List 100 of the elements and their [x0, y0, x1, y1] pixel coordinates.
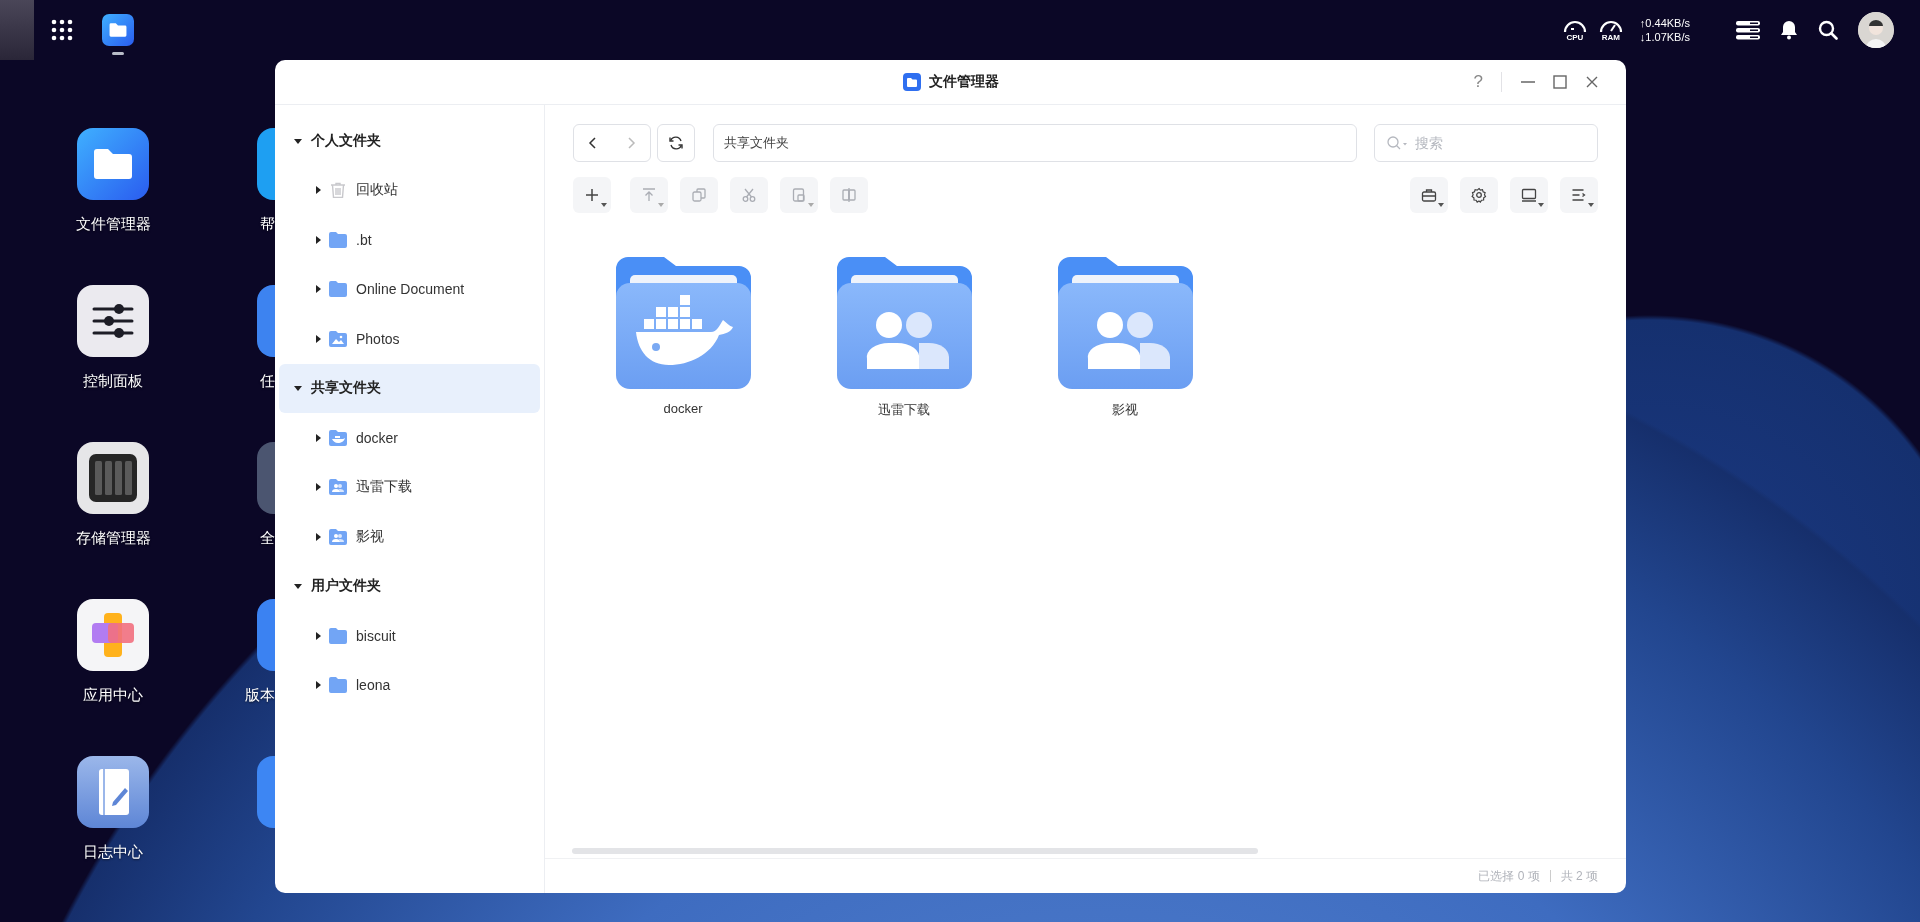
sidebar-section[interactable]: 个人文件夹 [279, 116, 540, 166]
search-icon[interactable] [1818, 20, 1838, 40]
app-label[interactable]: 控制面板 [83, 371, 143, 391]
ram-label: RAM [1601, 32, 1620, 42]
sidebar-item[interactable]: Online Document [279, 264, 540, 314]
sidebar-section[interactable]: 用户文件夹 [279, 561, 540, 611]
sidebar-item[interactable]: leona [279, 660, 540, 710]
item-label: biscuit [356, 627, 396, 644]
people-folder-icon [329, 479, 347, 496]
chevron-right-icon [626, 137, 636, 149]
app-label[interactable]: 全 [260, 528, 275, 548]
app-label[interactable]: 帮 [260, 214, 275, 234]
folder-name[interactable]: 迅雷下载 [878, 401, 930, 419]
upload-icon [641, 187, 657, 203]
layers-app-icon[interactable] [77, 599, 149, 671]
copy-icon [691, 187, 707, 203]
folder-app-icon [102, 13, 134, 46]
caret-right-icon[interactable] [313, 630, 323, 641]
people-folder-icon[interactable] [1057, 257, 1193, 389]
toolbar-button[interactable] [1510, 177, 1548, 213]
whale-folder-icon[interactable] [615, 257, 751, 389]
caret-right-icon[interactable] [313, 680, 323, 691]
preview-block [0, 0, 34, 60]
item-label: Photos [356, 330, 400, 347]
item-label: leona [356, 677, 391, 694]
avatar-icon[interactable] [1858, 12, 1894, 48]
toolbar-button[interactable] [1410, 177, 1448, 213]
selection-count: 已选择 0 项 [1478, 867, 1540, 885]
chevron-left-icon [588, 137, 598, 149]
caret-right-icon[interactable] [313, 531, 323, 542]
photo-folder-icon [329, 330, 347, 347]
minimize-icon [1520, 81, 1536, 83]
app-icon[interactable] [257, 285, 275, 357]
app-label[interactable]: 应用中心 [83, 685, 143, 705]
people-folder-icon[interactable] [836, 257, 972, 389]
horizontal-scrollbar[interactable] [572, 848, 1258, 854]
refresh-button[interactable] [657, 124, 695, 162]
app-label[interactable]: 存储管理器 [75, 528, 151, 548]
plus-icon [584, 187, 600, 203]
app-label[interactable]: 版本 [245, 685, 275, 705]
item-label: docker [356, 429, 399, 446]
refresh-icon [668, 135, 684, 151]
app-label[interactable]: 任 [260, 371, 275, 391]
folder-app-icon [902, 73, 921, 91]
sidebar-item[interactable]: 迅雷下载 [279, 462, 540, 512]
folder-icon [329, 677, 347, 694]
folder-app-icon[interactable] [77, 128, 149, 200]
caret-right-icon[interactable] [313, 432, 323, 443]
sidebar-item[interactable]: Photos [279, 314, 540, 364]
sidebar-item[interactable]: biscuit [279, 611, 540, 661]
item-label: .bt [356, 231, 372, 248]
clipboard-icon [791, 187, 807, 203]
upload-speed: ↑0.44KB/s [1639, 16, 1690, 30]
caret-right-icon[interactable] [313, 482, 323, 493]
app-icon[interactable] [257, 128, 275, 200]
toolbar-button[interactable] [573, 177, 611, 213]
sidebar-item[interactable]: 影视 [279, 512, 540, 562]
bell-icon[interactable] [1780, 20, 1798, 40]
section-label: 个人文件夹 [311, 131, 381, 150]
server-list-icon[interactable] [1736, 20, 1760, 40]
caret-right-icon[interactable] [313, 284, 323, 295]
maximize-icon [1552, 74, 1568, 90]
sidebar-item[interactable]: docker [279, 413, 540, 463]
sidebar-item[interactable]: .bt [279, 215, 540, 265]
folder-name[interactable]: docker [663, 401, 703, 416]
sort-list-icon [1571, 187, 1587, 203]
close-icon [1584, 74, 1600, 90]
sidebar-section[interactable]: 共享文件夹 [279, 363, 540, 413]
search-field[interactable]: 搜索 [1374, 124, 1598, 162]
drive-bays-app-icon[interactable] [77, 442, 149, 514]
taskbar-app[interactable] [102, 13, 134, 55]
folder-name[interactable]: 影视 [1112, 401, 1138, 419]
folder-icon [329, 627, 347, 644]
scissors-icon [741, 187, 757, 203]
help-button[interactable]: ? [1465, 72, 1491, 92]
notebook-app-icon[interactable] [77, 756, 149, 828]
section-label: 共享文件夹 [311, 379, 381, 398]
gauge-icon [1597, 18, 1624, 33]
app-label[interactable]: 文件管理器 [75, 214, 151, 234]
apps-grid-button[interactable] [50, 18, 74, 42]
people-folder-icon [329, 528, 347, 545]
app-label[interactable]: 日志中心 [83, 842, 143, 862]
toolbar-button[interactable] [1460, 177, 1498, 213]
toolbar-button[interactable] [1560, 177, 1598, 213]
cpu-label: CPU [1566, 32, 1584, 42]
caret-right-icon[interactable] [313, 234, 323, 245]
download-speed: ↓1.07KB/s [1639, 30, 1690, 44]
path-field[interactable]: 共享文件夹 [713, 124, 1357, 162]
trash-icon [329, 182, 347, 199]
caret-right-icon[interactable] [313, 185, 323, 196]
total-count: 共 2 项 [1560, 867, 1598, 885]
caret-right-icon[interactable] [313, 333, 323, 344]
app-icon[interactable] [257, 756, 275, 828]
sidebar-item[interactable]: 回收站 [279, 165, 540, 215]
item-label: 影视 [356, 527, 384, 546]
app-icon[interactable] [257, 599, 275, 671]
sliders-app-icon[interactable] [77, 285, 149, 357]
gauge-icon [1561, 18, 1588, 33]
folder-icon [329, 281, 347, 298]
folder-icon [329, 231, 347, 248]
